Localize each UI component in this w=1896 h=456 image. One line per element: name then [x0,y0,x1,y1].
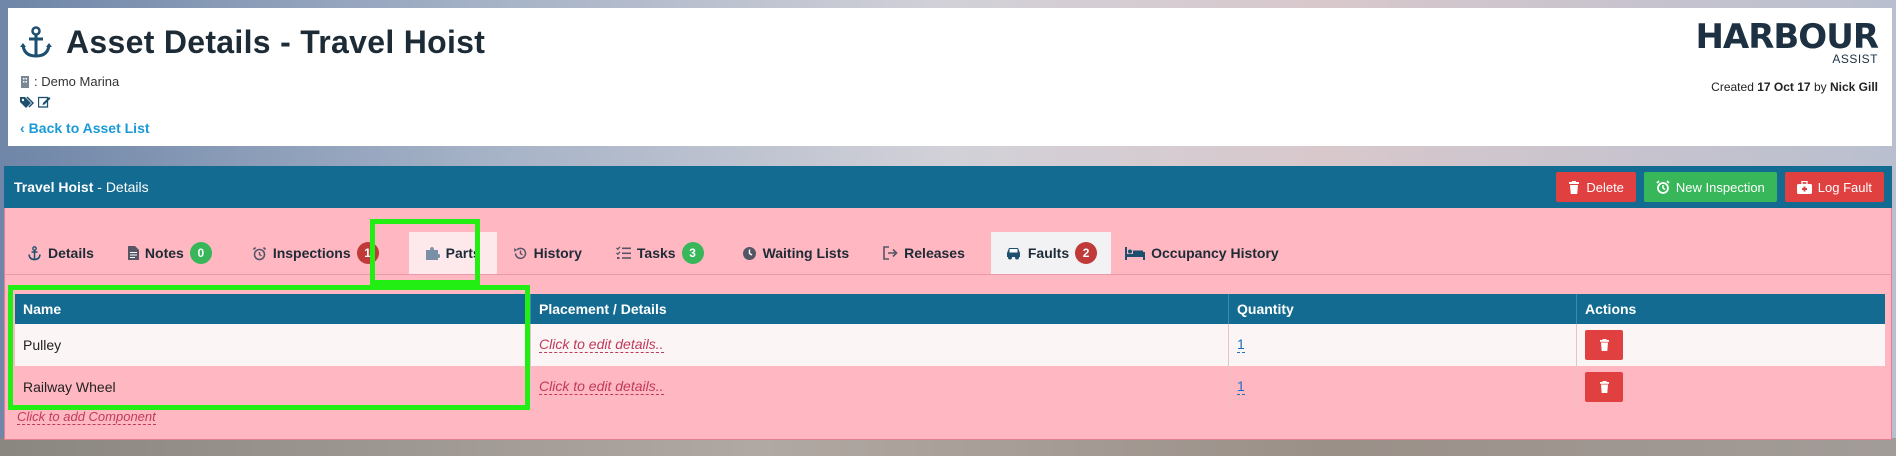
edit-icon[interactable] [38,95,51,108]
clock-icon [742,246,756,260]
column-header-quantity[interactable]: Quantity [1229,294,1577,324]
tab-notes[interactable]: Notes 0 [108,232,226,274]
checklist-icon [615,246,631,259]
panel-actions: Delete New Inspection Log Fault [1556,172,1884,202]
parts-table: Name Placement / Details Quantity Action… [15,294,1885,408]
details-panel: Travel Hoist - Details Delete New Inspec… [4,166,1892,440]
placement-cell: Click to edit details.. [531,366,1229,408]
car-crash-icon [1006,248,1020,260]
tab-history[interactable]: History [497,232,596,274]
delete-part-button[interactable] [1585,330,1623,360]
tab-releases[interactable]: Releases [863,232,979,274]
tab-divider [5,274,1891,275]
column-header-actions: Actions [1585,301,1637,317]
column-header-name[interactable]: Name [15,294,531,324]
add-component-link[interactable]: Click to add Component [17,410,156,425]
panel-title-bold: Travel Hoist [14,179,94,195]
tab-bar: Details Notes 0 Inspections 1 Parts Hist… [5,232,1891,274]
tab-label: Releases [904,245,965,261]
tab-parts[interactable]: Parts [408,232,497,274]
faults-count-badge: 2 [1075,242,1098,264]
title-row: Asset Details - Travel Hoist [18,24,485,61]
tab-label: Waiting Lists [762,245,850,261]
panel-body: Details Notes 0 Inspections 1 Parts Hist… [4,208,1892,440]
background-strip [0,438,1896,456]
building-icon [21,75,29,88]
tag-row [20,95,51,108]
alarm-clock-icon [252,246,266,260]
tab-details[interactable]: Details [5,232,108,274]
tab-inspections[interactable]: Inspections 1 [226,232,393,274]
logo-main-text: HARBOUR [1695,17,1879,57]
inspections-count-badge: 1 [356,242,379,264]
tab-label: Faults [1027,245,1070,261]
created-info: Created 17 Oct 17 by Nick Gill [1711,80,1878,94]
trash-icon [1599,381,1609,393]
tab-occupancy-history[interactable]: Occupancy History [1111,232,1293,274]
delete-button[interactable]: Delete [1556,172,1636,202]
alarm-clock-icon [1656,180,1670,194]
tab-label: Inspections [272,245,351,261]
tags-icon[interactable] [20,95,34,108]
bed-icon [1125,246,1146,260]
table-header: Name Placement / Details Quantity Action… [15,294,1885,324]
trash-icon [1599,339,1609,351]
created-prefix: Created [1711,80,1754,94]
asset-header: Asset Details - Travel Hoist : Demo Mari… [8,8,1892,146]
puzzle-piece-icon [425,246,440,260]
tab-faults[interactable]: Faults 2 [990,232,1112,274]
marina-name: : Demo Marina [34,74,120,89]
page-title: Asset Details - Travel Hoist [66,24,486,60]
table-row: Railway Wheel Click to edit details.. 1 [15,366,1885,408]
quantity-cell: 1 [1229,366,1577,408]
created-by: Nick Gill [1829,80,1878,94]
document-icon [127,246,139,260]
tab-label: Tasks [636,245,676,261]
notes-count-badge: 0 [189,242,212,264]
part-name: Railway Wheel [15,366,531,408]
created-by-prefix: by [1813,80,1827,94]
quantity-cell: 1 [1229,324,1577,366]
harbour-assist-logo: HARBOUR ASSIST [1695,17,1879,65]
first-aid-kit-icon [1796,180,1812,194]
new-inspection-button[interactable]: New Inspection [1643,172,1777,202]
tab-label: Parts [445,245,481,261]
tab-waiting-lists[interactable]: Waiting Lists [718,232,864,274]
tab-label: Details [48,245,94,261]
actions-cell [1577,324,1885,366]
quantity-edit-link[interactable]: 1 [1237,337,1245,353]
back-to-asset-list-link[interactable]: ‹ Back to Asset List [20,120,150,136]
tasks-count-badge: 3 [681,242,704,264]
tab-tasks[interactable]: Tasks 3 [596,232,718,274]
edit-details-link[interactable]: Click to edit details.. [539,337,664,353]
tab-label: Occupancy History [1151,245,1279,261]
anchor-icon [28,245,41,260]
log-fault-label: Log Fault [1817,179,1872,195]
edit-details-link[interactable]: Click to edit details.. [539,379,664,395]
back-link-label: Back to Asset List [28,120,150,136]
created-date: 17 Oct 17 [1757,80,1811,94]
sign-out-icon [883,246,898,260]
new-inspection-label: New Inspection [1675,179,1765,195]
delete-part-button[interactable] [1585,372,1623,402]
marina-row: : Demo Marina [20,74,119,89]
quantity-edit-link[interactable]: 1 [1237,379,1245,395]
placement-cell: Click to edit details.. [531,324,1229,366]
anchor-icon [20,25,52,58]
history-icon [513,247,526,259]
tab-label: History [533,245,582,261]
delete-button-label: Delete [1586,179,1624,195]
chevron-left-icon: ‹ [20,120,25,136]
trash-icon [1569,180,1580,194]
log-fault-button[interactable]: Log Fault [1784,172,1884,202]
tab-label: Notes [144,245,184,261]
panel-title-rest: - Details [93,179,149,195]
part-name: Pulley [15,324,531,366]
column-header-placement[interactable]: Placement / Details [531,294,1229,324]
actions-cell [1577,366,1885,408]
table-row: Pulley Click to edit details.. 1 [15,324,1885,366]
